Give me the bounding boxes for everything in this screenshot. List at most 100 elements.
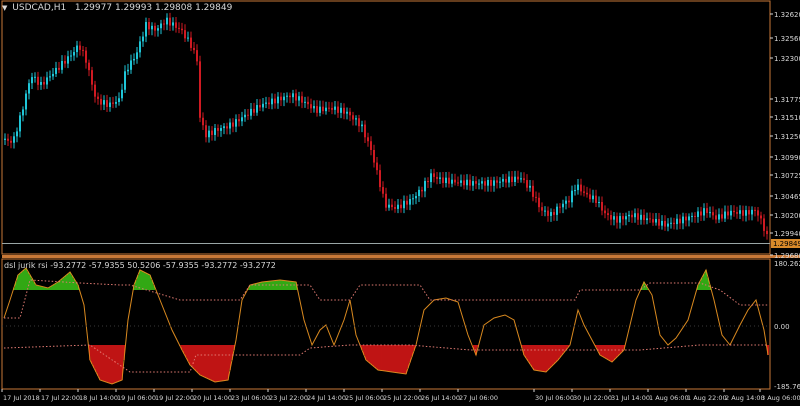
candle-body — [283, 96, 285, 101]
candle-body — [307, 101, 309, 105]
candle-body — [739, 210, 741, 214]
candle-body — [622, 216, 624, 220]
candle-body — [607, 213, 609, 216]
candle-body — [643, 214, 645, 221]
candle-body — [391, 204, 393, 208]
candle-body — [760, 215, 762, 219]
candle-body — [304, 101, 306, 103]
candle-body — [592, 195, 594, 200]
candle-body — [676, 218, 678, 225]
candle-body — [436, 176, 438, 179]
candle-body — [235, 119, 237, 127]
candle-body — [724, 211, 726, 219]
ohlc-values: 1.29977 1.29993 1.29808 1.29849 — [74, 3, 233, 13]
candle-body — [274, 98, 276, 104]
candle-body — [388, 204, 390, 208]
candle-body — [580, 184, 582, 192]
candle-body — [337, 106, 339, 113]
candle-body — [67, 56, 69, 64]
price-tick-label: 1.31250 — [774, 133, 800, 141]
candle-body — [247, 114, 249, 116]
candle-body — [367, 137, 369, 142]
candle-body — [601, 201, 603, 211]
chart-window[interactable]: 1.32620 1.32560 1.32300 1.31775 1.31510 1.312… — [0, 0, 800, 406]
price-tick-label: 1.29680 — [774, 252, 800, 260]
candle-body — [544, 210, 546, 212]
candle-body — [295, 93, 297, 101]
candle-body — [484, 181, 486, 186]
candle-body — [679, 218, 681, 224]
candle-body — [364, 124, 366, 138]
candle-body — [715, 215, 717, 220]
candle-body — [271, 98, 273, 105]
collapse-arrow-icon[interactable]: ▼ — [2, 4, 7, 12]
candle-body — [340, 107, 342, 113]
candle-body — [682, 216, 684, 224]
candle-body — [160, 23, 162, 29]
candle-body — [619, 216, 621, 223]
price-tick-label: 1.32560 — [774, 35, 800, 43]
candle-body — [172, 22, 174, 26]
candle-body — [511, 176, 513, 183]
candle-body — [631, 214, 633, 218]
candle-body — [118, 98, 120, 103]
time-tick-label: 20 Jul 14:00 — [193, 394, 232, 402]
candle-body — [346, 111, 348, 114]
candle-body — [496, 180, 498, 183]
symbol-header: ▼ USDCAD,H1 1.29977 1.29993 1.29808 1.29… — [2, 3, 232, 13]
candle-body — [385, 193, 387, 208]
time-tick-label: 3 Aug 06:00 — [761, 394, 800, 402]
candle-body — [142, 36, 144, 42]
candle-body — [421, 189, 423, 192]
candle-body — [727, 211, 729, 216]
candle-body — [256, 105, 258, 113]
candle-body — [379, 170, 381, 188]
candle-body — [553, 212, 555, 215]
price-tick-label: 1.29940 — [774, 230, 800, 238]
candle-body — [400, 204, 402, 209]
candle-body — [265, 102, 267, 104]
candle-body — [520, 178, 522, 180]
candle-body — [418, 189, 420, 197]
candle-body — [427, 181, 429, 183]
candle-body — [82, 49, 84, 51]
indicator-tick-label: 180.2624 — [774, 260, 800, 268]
candle-body — [751, 209, 753, 215]
candle-body — [343, 107, 345, 114]
candle-body — [13, 136, 15, 143]
candle-body — [217, 128, 219, 131]
candle-body — [223, 126, 225, 129]
candle-body — [328, 107, 330, 109]
candle-body — [169, 17, 171, 26]
candle-body — [16, 131, 18, 137]
time-tick-label: 30 Jul 22:00 — [573, 394, 612, 402]
candle-body — [238, 119, 240, 122]
time-tick-label: 17 Jul 22:00 — [41, 394, 80, 402]
candle-body — [88, 62, 90, 71]
candle-body — [313, 106, 315, 109]
candle-body — [370, 141, 372, 150]
candle-body — [649, 218, 651, 220]
candle-body — [229, 122, 231, 129]
candle-body — [556, 206, 558, 215]
candle-body — [406, 200, 408, 205]
candle-body — [19, 115, 21, 132]
candle-body — [565, 200, 567, 204]
candle-body — [457, 182, 459, 184]
candle-body — [493, 180, 495, 186]
candle-body — [598, 201, 600, 203]
candle-body — [157, 28, 159, 31]
time-tick-label: 23 Jul 06:00 — [231, 394, 270, 402]
candle-body — [613, 216, 615, 220]
candle-body — [205, 125, 207, 138]
candle-body — [466, 179, 468, 186]
candle-body — [703, 208, 705, 216]
time-tick-label: 1 Aug 06:00 — [649, 394, 689, 402]
candle-body — [76, 45, 78, 53]
candle-body — [595, 195, 597, 203]
candle-body — [190, 37, 192, 48]
time-tick-label: 1 Aug 22:00 — [687, 394, 727, 402]
candle-body — [316, 106, 318, 113]
candle-body — [232, 122, 234, 127]
candle-body — [706, 208, 708, 213]
